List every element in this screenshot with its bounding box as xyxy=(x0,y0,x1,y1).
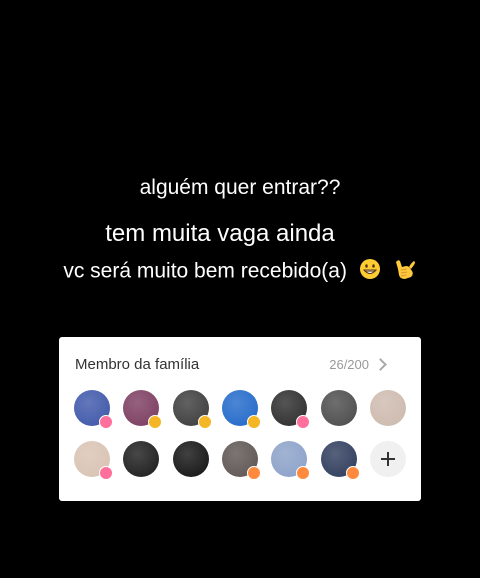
member-badge-icon xyxy=(345,466,360,480)
card-header: Membro da família 26/200 xyxy=(75,356,405,376)
grinning-face-icon xyxy=(359,258,381,286)
chevron-right-icon xyxy=(374,358,387,371)
view-all-button[interactable] xyxy=(374,356,405,376)
caption-line-2: tem muita vaga ainda xyxy=(105,220,335,247)
member-avatar-13[interactable] xyxy=(320,441,360,480)
member-avatar-10[interactable] xyxy=(172,441,209,477)
family-members-card: Membro da família 26/200 xyxy=(59,337,421,501)
member-badge-icon xyxy=(99,466,113,480)
member-avatar-7[interactable] xyxy=(369,390,406,426)
caption-line-3: vc será muito bem recebido(a) xyxy=(63,259,347,283)
card-title: Membro da família xyxy=(75,356,200,373)
member-avatar-9[interactable] xyxy=(123,441,160,477)
member-badge-icon xyxy=(246,466,261,480)
member-avatar-4[interactable] xyxy=(221,390,261,429)
member-badge-icon xyxy=(296,415,311,429)
member-badge-icon xyxy=(99,415,113,429)
call-me-hand-icon xyxy=(393,257,417,287)
member-avatar-5[interactable] xyxy=(271,390,311,429)
caption-line-1: alguém quer entrar?? xyxy=(139,176,341,199)
member-badge-icon xyxy=(148,415,163,429)
add-member-button[interactable] xyxy=(369,441,406,477)
member-badge-icon xyxy=(197,415,212,429)
member-avatar-3[interactable] xyxy=(172,390,212,429)
member-badge-icon xyxy=(296,466,311,480)
member-avatar-12[interactable] xyxy=(271,441,311,480)
member-avatar-8[interactable] xyxy=(74,441,113,480)
member-avatar-11[interactable] xyxy=(221,441,261,480)
member-badge-icon xyxy=(246,415,261,429)
caption-line-3-wrap: vc será muito bem recebido(a) xyxy=(0,257,480,287)
member-avatar-1[interactable] xyxy=(74,390,113,429)
member-avatar-6[interactable] xyxy=(320,390,357,426)
member-avatar-2[interactable] xyxy=(123,390,163,429)
member-count: 26/200 xyxy=(329,357,369,372)
